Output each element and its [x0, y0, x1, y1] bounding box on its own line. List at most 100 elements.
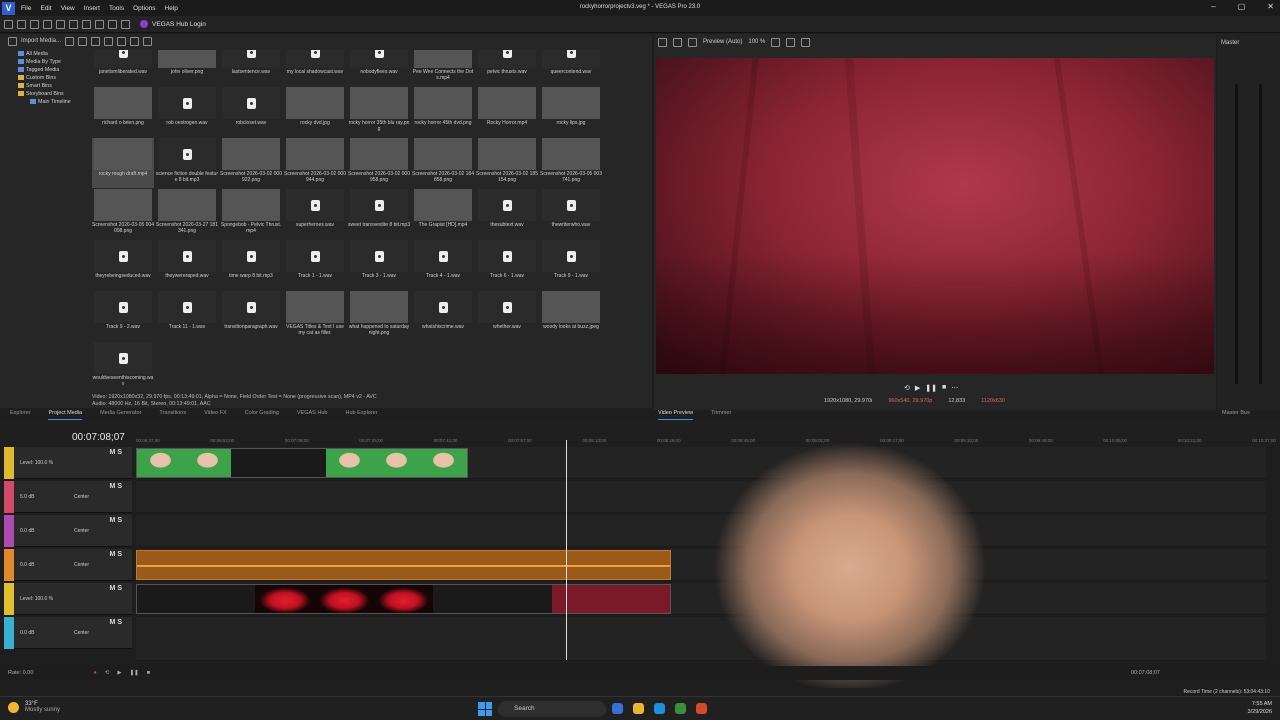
media-item[interactable]: Track 1 - 1.wav: [284, 240, 346, 290]
play-icon[interactable]: ▶: [117, 670, 121, 676]
track-header[interactable]: 5.0 dB M S Center: [4, 481, 132, 513]
store-icon[interactable]: [675, 703, 686, 714]
tree-item[interactable]: Smart Bins: [4, 82, 90, 90]
media-item[interactable]: thewriterwho.wav: [540, 189, 602, 239]
preview-quality-select[interactable]: Preview (Auto): [703, 39, 742, 45]
media-item[interactable]: john oliver.png: [156, 50, 218, 86]
media-item[interactable]: sweet transvestite 8 bit.mp3: [348, 189, 410, 239]
media-item[interactable]: theywereraped.wav: [156, 240, 218, 290]
track-header[interactable]: Level: 100.0 % M S: [4, 583, 132, 615]
mute-solo-buttons[interactable]: M S: [110, 619, 122, 626]
tab-master-bus[interactable]: Master Bus: [1222, 410, 1250, 420]
track-level[interactable]: 0.0 dB: [20, 630, 34, 636]
menu-tools[interactable]: Tools: [109, 5, 124, 12]
track-header[interactable]: Level: 100.0 % M S: [4, 447, 132, 479]
menu-edit[interactable]: Edit: [40, 5, 51, 12]
save-icon[interactable]: [30, 19, 39, 29]
media-item[interactable]: rocky horror 35th blu ray.png: [348, 87, 410, 137]
more-icon[interactable]: ⋯: [951, 384, 958, 392]
media-item[interactable]: woody looks at buzz.jpeg: [540, 291, 602, 341]
media-item[interactable]: what happened to saturday night.png: [348, 291, 410, 341]
fx-icon[interactable]: [688, 37, 697, 47]
undo-icon[interactable]: [108, 19, 117, 29]
media-item[interactable]: rocky horror 45th dvd.png: [412, 87, 474, 137]
tab-hub-explorer[interactable]: Hub Explorer: [345, 410, 377, 420]
track-level[interactable]: Level: 100.0 %: [20, 596, 53, 602]
folder-icon[interactable]: [633, 703, 644, 714]
tab-trimmer[interactable]: Trimmer: [711, 410, 731, 420]
media-item[interactable]: Screenshot 2026-03-27 181341.png: [156, 189, 218, 239]
media-item[interactable]: Screenshot 2026-03-02 185154.png: [476, 138, 538, 188]
overlays-icon[interactable]: [771, 37, 781, 47]
mute-solo-buttons[interactable]: M S: [110, 517, 122, 524]
tree-item[interactable]: Main Timeline: [4, 98, 90, 106]
start-button[interactable]: [478, 702, 492, 716]
play-icon[interactable]: ▶: [915, 384, 920, 392]
import-icon[interactable]: [8, 36, 17, 46]
track-level[interactable]: 0.0 dB: [20, 528, 34, 534]
tab-video-fx[interactable]: Video FX: [204, 410, 227, 420]
track-header[interactable]: 0.0 dB M S Center: [4, 549, 132, 581]
media-item[interactable]: my local shadowcast.wav: [284, 50, 346, 86]
media-item[interactable]: time warp 8 bit.mp3: [220, 240, 282, 290]
loop-icon[interactable]: ⟲: [904, 384, 910, 392]
media-item[interactable]: robcloset.wav: [220, 87, 282, 137]
menu-file[interactable]: File: [21, 5, 31, 12]
media-item[interactable]: Track 4 - 1.wav: [412, 240, 474, 290]
copy-snapshot-icon[interactable]: [786, 37, 796, 47]
hub-login-button[interactable]: VEGAS Hub Login: [140, 20, 206, 28]
tree-item[interactable]: Media By Type: [4, 58, 90, 66]
mute-solo-buttons[interactable]: M S: [110, 449, 122, 456]
maximize-icon[interactable]: ▢: [1238, 2, 1246, 11]
new-icon[interactable]: [4, 19, 13, 29]
weather-widget[interactable]: 33°F Mostly sunny: [8, 701, 60, 713]
mute-solo-buttons[interactable]: M S: [110, 585, 122, 592]
menu-view[interactable]: View: [61, 5, 75, 12]
import-media-button[interactable]: Import Media...: [21, 38, 61, 44]
tab-color-grading[interactable]: Color Grading: [245, 410, 279, 420]
loop-icon[interactable]: ⟲: [105, 670, 110, 676]
pause-icon[interactable]: ❚❚: [130, 670, 139, 676]
save-snapshot-icon[interactable]: [801, 37, 811, 47]
media-item[interactable]: rocky lips.jpg: [540, 87, 602, 137]
app-icon[interactable]: [612, 703, 623, 714]
media-item[interactable]: science fiction double feature 8 bit.mp3: [156, 138, 218, 188]
media-item[interactable]: Screenshot 2026-03-02 184858.png: [412, 138, 474, 188]
playhead[interactable]: [566, 440, 567, 660]
media-item[interactable]: whether.wav: [476, 291, 538, 341]
external-monitor-icon[interactable]: [673, 37, 682, 47]
copy-icon[interactable]: [82, 19, 91, 29]
track-level[interactable]: 5.0 dB: [20, 494, 34, 500]
browser-icon[interactable]: [696, 703, 707, 714]
preview-zoom-select[interactable]: 100 %: [748, 39, 765, 45]
render-icon[interactable]: [43, 19, 52, 29]
media-item[interactable]: janetismliberated.wav: [92, 50, 154, 86]
media-item[interactable]: Rocky Horror.mp4: [476, 87, 538, 137]
record-icon[interactable]: ●: [93, 670, 96, 676]
open-icon[interactable]: [17, 19, 26, 29]
media-item[interactable]: Track 9 - 1.wav: [540, 240, 602, 290]
media-item[interactable]: rocky rough draft.mp4: [92, 138, 154, 188]
video-clip[interactable]: [136, 448, 468, 478]
media-item[interactable]: Spongebob - Pelvic Thrust.mp4: [220, 189, 282, 239]
media-item[interactable]: transitionparagraph.wav: [220, 291, 282, 341]
menu-help[interactable]: Help: [165, 5, 178, 12]
remove-icon[interactable]: [78, 36, 88, 46]
media-item[interactable]: Pee Wee Connects the Dots.mp4: [412, 50, 474, 86]
paste-icon[interactable]: [95, 19, 104, 29]
media-item[interactable]: Track 9 - 2.wav: [92, 291, 154, 341]
track-pan[interactable]: Center: [74, 494, 89, 500]
track-header[interactable]: 0.0 dB M S Center: [4, 515, 132, 547]
media-item[interactable]: Track 11 - 1.wav: [156, 291, 218, 341]
tree-item[interactable]: Custom Bins: [4, 74, 90, 82]
mute-solo-buttons[interactable]: M S: [110, 551, 122, 558]
tab-vegas-hub[interactable]: VEGAS Hub: [297, 410, 328, 420]
media-item[interactable]: theyrebeingseduced.wav: [92, 240, 154, 290]
media-item[interactable]: nobodyflees.wav: [348, 50, 410, 86]
track-pan[interactable]: Center: [74, 562, 89, 568]
pause-icon[interactable]: ❚❚: [925, 384, 937, 392]
media-item[interactable]: lastsentence.wav: [220, 50, 282, 86]
track-level[interactable]: 0.0 dB: [20, 562, 34, 568]
media-item[interactable]: queercontend.wav: [540, 50, 602, 86]
stop-icon[interactable]: ■: [147, 670, 150, 676]
